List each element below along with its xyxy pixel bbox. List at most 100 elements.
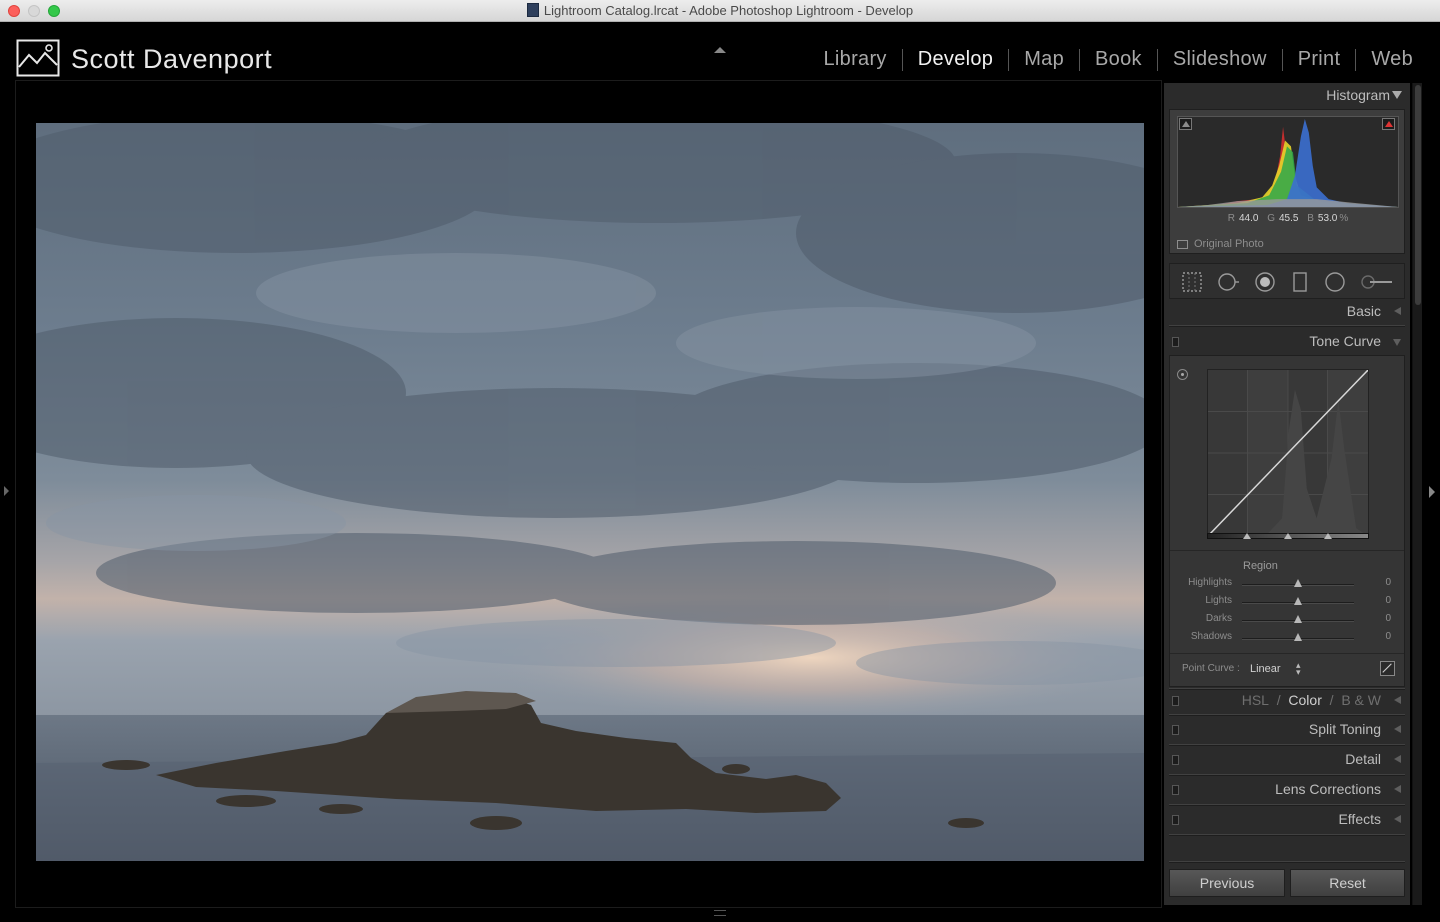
region-label: Region	[1243, 560, 1278, 572]
collapse-right-panel-icon[interactable]	[1429, 486, 1435, 498]
tone-curve-panel-header[interactable]: Tone Curve	[1169, 329, 1405, 355]
split-handle-lights-highlights[interactable]	[1324, 533, 1332, 539]
color-tab[interactable]: Color	[1288, 692, 1321, 708]
histogram-header[interactable]: Histogram	[1164, 83, 1410, 107]
darks-slider-row: Darks 0	[1170, 612, 1404, 628]
g-value: 45.5	[1278, 213, 1299, 224]
original-photo-toggle[interactable]: Original Photo	[1177, 238, 1264, 250]
shadow-clipping-indicator[interactable]	[1179, 118, 1192, 130]
tone-curve-graph[interactable]	[1207, 369, 1369, 537]
shadows-value[interactable]: 0	[1385, 631, 1391, 642]
histogram-panel: R 44.0 G 45.5 B 53.0% Original Photo	[1169, 109, 1405, 254]
r-value: 44.0	[1238, 213, 1259, 224]
tone-curve-panel-switch[interactable]	[1172, 337, 1179, 347]
expand-left-panel-icon[interactable]	[4, 486, 9, 496]
right-panel-scrollbar[interactable]	[1412, 83, 1422, 905]
hsl-panel-switch[interactable]	[1172, 696, 1179, 706]
crop-overlay-icon[interactable]	[1181, 271, 1203, 293]
shadows-label: Shadows	[1190, 631, 1232, 642]
module-slideshow[interactable]: Slideshow	[1158, 48, 1282, 71]
graduated-filter-icon[interactable]	[1289, 271, 1311, 293]
panel-menu-triangle-icon[interactable]	[1392, 91, 1402, 99]
effects-panel-switch[interactable]	[1172, 815, 1179, 825]
highlight-clipping-indicator[interactable]	[1382, 118, 1395, 130]
effects-panel-title: Effects	[1338, 811, 1381, 827]
tone-curve-chart	[1208, 370, 1368, 536]
effects-panel-header[interactable]: Effects	[1169, 807, 1405, 833]
shadows-slider-knob[interactable]	[1294, 633, 1302, 641]
module-print[interactable]: Print	[1283, 48, 1356, 71]
panel-collapsed-triangle-icon[interactable]	[1394, 755, 1401, 763]
identity-plate-logo-icon	[16, 39, 60, 77]
filmstrip-toggle-icon[interactable]	[714, 910, 726, 916]
tool-strip	[1169, 263, 1405, 299]
split-toning-panel-switch[interactable]	[1172, 725, 1179, 735]
identity-plate: Scott Davenport	[71, 44, 273, 74]
module-picker: Library Develop Map Book Slideshow Print…	[809, 48, 1429, 71]
lens-corrections-panel-title: Lens Corrections	[1275, 781, 1381, 797]
edit-point-curve-button[interactable]	[1380, 661, 1395, 676]
seascape-photo	[36, 123, 1144, 861]
histogram-graph[interactable]	[1177, 116, 1399, 208]
r-label: R	[1227, 213, 1235, 224]
tone-curve-panel: Region Highlights 0 Lights 0 Darks 0 Sha	[1169, 355, 1405, 687]
hsl-panel-header[interactable]: HSL / Color / B & W	[1169, 688, 1405, 714]
panel-divider	[1169, 861, 1405, 863]
darks-slider-knob[interactable]	[1294, 615, 1302, 623]
panel-divider	[1169, 744, 1405, 746]
lights-label: Lights	[1205, 595, 1232, 606]
basic-panel-header[interactable]: Basic	[1169, 299, 1405, 325]
bw-tab[interactable]: B & W	[1341, 692, 1381, 708]
detail-panel-switch[interactable]	[1172, 755, 1179, 765]
lens-corrections-panel-switch[interactable]	[1172, 785, 1179, 795]
collapse-top-panel-icon[interactable]	[714, 47, 726, 53]
hsl-tab[interactable]: HSL	[1242, 692, 1269, 708]
panel-inner-divider	[1170, 550, 1404, 551]
detail-panel-title: Detail	[1345, 751, 1381, 767]
panel-collapsed-triangle-icon[interactable]	[1394, 725, 1401, 733]
adjustment-brush-icon[interactable]	[1360, 271, 1394, 293]
lens-corrections-panel-header[interactable]: Lens Corrections	[1169, 777, 1405, 803]
panel-divider	[1169, 714, 1405, 716]
point-curve-select[interactable]: Linear	[1250, 663, 1281, 675]
module-library[interactable]: Library	[809, 48, 902, 71]
highlights-value[interactable]: 0	[1385, 577, 1391, 588]
panel-collapsed-triangle-icon[interactable]	[1394, 785, 1401, 793]
panel-inner-divider	[1170, 653, 1404, 654]
radial-filter-icon[interactable]	[1324, 271, 1346, 293]
split-toning-panel-header[interactable]: Split Toning	[1169, 717, 1405, 743]
highlights-slider-row: Highlights 0	[1170, 576, 1404, 592]
targeted-adjustment-icon[interactable]	[1177, 369, 1188, 380]
module-develop[interactable]: Develop	[903, 48, 1008, 71]
lights-slider-knob[interactable]	[1294, 597, 1302, 605]
shadows-slider-row: Shadows 0	[1170, 630, 1404, 646]
point-curve-stepper-icon[interactable]: ▴ ▾	[1296, 661, 1301, 677]
module-map[interactable]: Map	[1009, 48, 1079, 71]
g-label: G	[1267, 213, 1275, 224]
split-handle-darks-lights[interactable]	[1284, 533, 1292, 539]
panel-collapsed-triangle-icon[interactable]	[1394, 815, 1401, 823]
module-book[interactable]: Book	[1080, 48, 1157, 71]
reset-button[interactable]: Reset	[1290, 869, 1405, 897]
point-curve-label: Point Curve :	[1182, 663, 1240, 674]
detail-panel-header[interactable]: Detail	[1169, 747, 1405, 773]
panel-collapsed-triangle-icon[interactable]	[1394, 696, 1401, 704]
rgb-unit: %	[1339, 213, 1349, 224]
hsl-tab-separator: /	[1329, 692, 1334, 708]
panel-expanded-triangle-icon[interactable]	[1393, 339, 1401, 346]
spot-removal-icon[interactable]	[1217, 271, 1239, 293]
basic-panel-title: Basic	[1346, 303, 1381, 319]
original-photo-checkbox[interactable]	[1177, 239, 1188, 249]
split-handle-shadows-darks[interactable]	[1243, 533, 1251, 539]
darks-value[interactable]: 0	[1385, 613, 1391, 624]
scrollbar-thumb[interactable]	[1415, 85, 1421, 305]
photo-preview[interactable]	[36, 123, 1144, 861]
point-curve-edit-icon	[1382, 663, 1392, 673]
lights-value[interactable]: 0	[1385, 595, 1391, 606]
hsl-tab-separator: /	[1276, 692, 1281, 708]
panel-collapsed-triangle-icon[interactable]	[1394, 307, 1401, 315]
highlights-slider-knob[interactable]	[1294, 579, 1302, 587]
previous-button[interactable]: Previous	[1169, 869, 1285, 897]
red-eye-icon[interactable]	[1254, 271, 1276, 293]
module-web[interactable]: Web	[1356, 48, 1428, 71]
